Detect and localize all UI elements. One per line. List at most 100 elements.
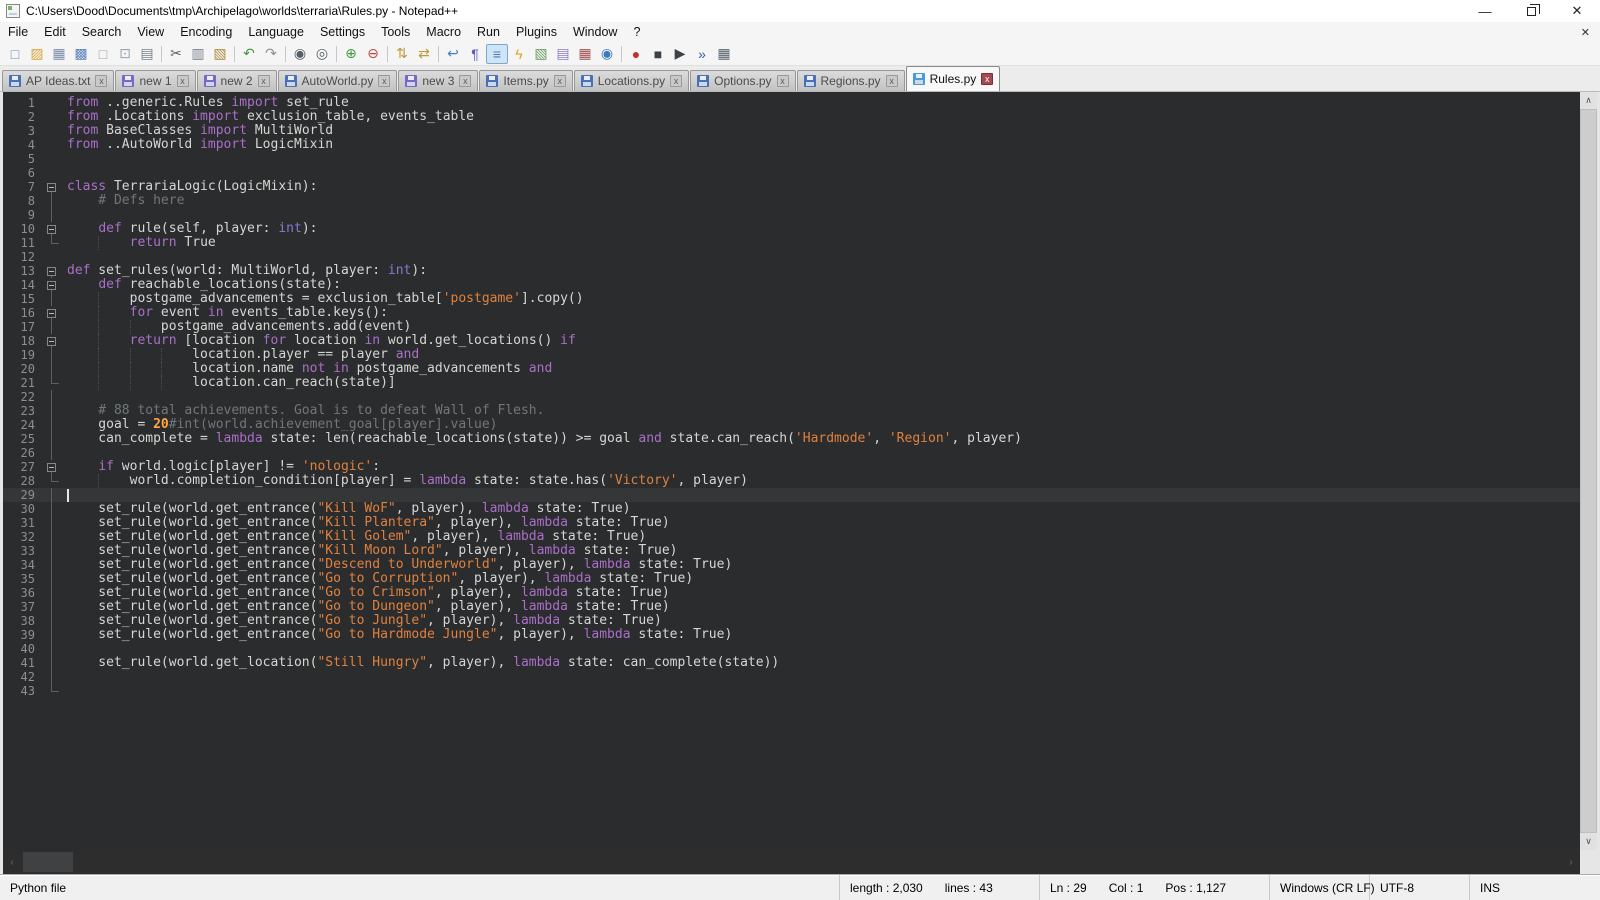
code-line[interactable]: 2from .Locations import exclusion_table,… <box>3 110 1580 124</box>
horizontal-scrollbar[interactable]: ‹ › <box>3 850 1597 874</box>
tab-close-icon[interactable]: x <box>777 75 789 87</box>
zoom-out-button[interactable]: ⊖ <box>362 44 384 64</box>
tab-items-py[interactable]: Items.pyx <box>479 70 572 91</box>
macro-play-button[interactable]: ▶ <box>669 44 691 64</box>
menu-item-run[interactable]: Run <box>469 22 508 42</box>
code-line[interactable]: 6 <box>3 166 1580 180</box>
redo-button[interactable]: ↷ <box>260 44 282 64</box>
code-line[interactable]: 21 location.can_reach(state)] <box>3 376 1580 390</box>
fold-collapse-icon[interactable] <box>43 180 61 194</box>
menu-item-tools[interactable]: Tools <box>373 22 418 42</box>
cut-button[interactable]: ✂ <box>165 44 187 64</box>
document-map-button[interactable]: ▧ <box>530 44 552 64</box>
find-button[interactable]: ◉ <box>289 44 311 64</box>
fold-collapse-icon[interactable] <box>43 306 61 320</box>
tab-new-1[interactable]: new 1x <box>115 70 195 91</box>
minimize-button[interactable]: — <box>1462 0 1508 22</box>
code-line[interactable]: 34 set_rule(world.get_entrance("Descend … <box>3 558 1580 572</box>
tab-new-3[interactable]: new 3x <box>398 70 478 91</box>
folder-as-workspace-button[interactable]: ▦ <box>574 44 596 64</box>
code-line[interactable]: 13def set_rules(world: MultiWorld, playe… <box>3 264 1580 278</box>
code-line[interactable]: 1from ..generic.Rules import set_rule <box>3 96 1580 110</box>
code-line[interactable]: 32 set_rule(world.get_entrance("Kill Gol… <box>3 530 1580 544</box>
menu-item-plugins[interactable]: Plugins <box>508 22 565 42</box>
code-line[interactable]: 40 <box>3 642 1580 656</box>
tab-new-2[interactable]: new 2x <box>197 70 277 91</box>
tab-close-icon[interactable]: x <box>95 75 107 87</box>
code-line[interactable]: 12 <box>3 250 1580 264</box>
monitoring-button[interactable]: ◉ <box>596 44 618 64</box>
tab-options-py[interactable]: Options.pyx <box>690 70 795 91</box>
close-all-button[interactable]: ⊡ <box>114 44 136 64</box>
code-line[interactable]: 25 can_complete = lambda state: len(reac… <box>3 432 1580 446</box>
macro-record-button[interactable]: ● <box>625 44 647 64</box>
tab-rules-py[interactable]: Rules.pyx <box>906 66 1001 91</box>
word-wrap-button[interactable]: ↩ <box>442 44 464 64</box>
show-all-characters-button[interactable]: ¶ <box>464 44 486 64</box>
tab-close-icon[interactable]: x <box>554 75 566 87</box>
code-line[interactable]: 23 # 88 total achievements. Goal is to d… <box>3 404 1580 418</box>
code-line[interactable]: 30 set_rule(world.get_entrance("Kill WoF… <box>3 502 1580 516</box>
code-line[interactable]: 38 set_rule(world.get_entrance("Go to Ju… <box>3 614 1580 628</box>
code-line[interactable]: 11 return True <box>3 236 1580 250</box>
print-button[interactable]: ▤ <box>136 44 158 64</box>
tab-close-icon[interactable]: x <box>177 75 189 87</box>
code-line[interactable]: 14 def reachable_locations(state): <box>3 278 1580 292</box>
macro-save-button[interactable]: ▦ <box>713 44 735 64</box>
tab-close-icon[interactable]: x <box>886 75 898 87</box>
menu-item-language[interactable]: Language <box>240 22 312 42</box>
tab-autoworld-py[interactable]: AutoWorld.pyx <box>278 70 398 91</box>
macro-run-multiple-button[interactable]: » <box>691 44 713 64</box>
fold-collapse-icon[interactable] <box>43 222 61 236</box>
fold-collapse-icon[interactable] <box>43 264 61 278</box>
tab-close-icon[interactable]: x <box>258 75 270 87</box>
code-line[interactable]: 33 set_rule(world.get_entrance("Kill Moo… <box>3 544 1580 558</box>
show-indent-guide-button[interactable]: ≡ <box>486 44 508 64</box>
sync-vertical-scrolling-button[interactable]: ⇅ <box>391 44 413 64</box>
fold-collapse-icon[interactable] <box>43 460 61 474</box>
code-line[interactable]: 41 set_rule(world.get_location("Still Hu… <box>3 656 1580 670</box>
scroll-up-icon[interactable]: ∧ <box>1580 92 1597 109</box>
maximize-restore-button[interactable] <box>1508 0 1554 22</box>
fold-collapse-icon[interactable] <box>43 278 61 292</box>
tab-ap-ideas-txt[interactable]: AP Ideas.txtx <box>2 70 114 91</box>
tab-close-icon[interactable]: x <box>981 73 993 85</box>
tab-regions-py[interactable]: Regions.pyx <box>797 70 905 91</box>
code-line[interactable]: 39 set_rule(world.get_entrance("Go to Ha… <box>3 628 1580 642</box>
code-line[interactable]: 4from ..AutoWorld import LogicMixin <box>3 138 1580 152</box>
vertical-scrollbar[interactable]: ∧ ∨ <box>1580 92 1597 850</box>
code-line[interactable]: 42 <box>3 670 1580 684</box>
save-file-button[interactable]: ▦ <box>48 44 70 64</box>
code-line[interactable]: 17 postgame_advancements.add(event) <box>3 320 1580 334</box>
code-line[interactable]: 7class TerrariaLogic(LogicMixin): <box>3 180 1580 194</box>
copy-button[interactable]: ▥ <box>187 44 209 64</box>
horizontal-scroll-thumb[interactable] <box>23 852 73 872</box>
code-line[interactable]: 28 world.completion_condition[player] = … <box>3 474 1580 488</box>
code-line[interactable]: 35 set_rule(world.get_entrance("Go to Co… <box>3 572 1580 586</box>
menu-item-edit[interactable]: Edit <box>36 22 74 42</box>
code-line[interactable]: 27 if world.logic[player] != 'nologic': <box>3 460 1580 474</box>
tab-close-icon[interactable]: x <box>670 75 682 87</box>
code-line[interactable]: 8 # Defs here <box>3 194 1580 208</box>
code-line[interactable]: 37 set_rule(world.get_entrance("Go to Du… <box>3 600 1580 614</box>
function-list-button[interactable]: ϟ <box>508 44 530 64</box>
code-line[interactable]: 15 postgame_advancements = exclusion_tab… <box>3 292 1580 306</box>
code-line[interactable]: 18 return [location for location in worl… <box>3 334 1580 348</box>
code-line[interactable]: 22 <box>3 390 1580 404</box>
paste-button[interactable]: ▧ <box>209 44 231 64</box>
sync-horizontal-scrolling-button[interactable]: ⇄ <box>413 44 435 64</box>
code-line[interactable]: 5 <box>3 152 1580 166</box>
code-area[interactable]: 1from ..generic.Rules import set_rule2fr… <box>3 92 1580 850</box>
save-all-button[interactable]: ▩ <box>70 44 92 64</box>
menu-item-file[interactable]: File <box>0 22 36 42</box>
code-line[interactable]: 43 <box>3 684 1580 698</box>
undo-button[interactable]: ↶ <box>238 44 260 64</box>
menubar-close-icon[interactable]: ✕ <box>1571 26 1600 39</box>
new-file-button[interactable]: □ <box>4 44 26 64</box>
tab-locations-py[interactable]: Locations.pyx <box>574 70 689 91</box>
scroll-down-icon[interactable]: ∨ <box>1580 833 1597 850</box>
zoom-in-button[interactable]: ⊕ <box>340 44 362 64</box>
code-line[interactable]: 3from BaseClasses import MultiWorld <box>3 124 1580 138</box>
code-line[interactable]: 16 for event in events_table.keys(): <box>3 306 1580 320</box>
code-line[interactable]: 36 set_rule(world.get_entrance("Go to Cr… <box>3 586 1580 600</box>
